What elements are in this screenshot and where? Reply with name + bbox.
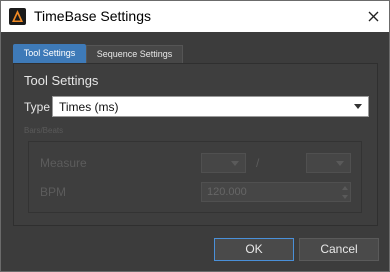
- timebase-settings-dialog: TimeBase Settings Tool Settings Sequence…: [0, 0, 390, 272]
- measure-label: Measure: [40, 156, 87, 170]
- chevron-down-icon: [336, 161, 344, 166]
- measure-denominator-select[interactable]: [306, 153, 351, 173]
- bpm-label: BPM: [40, 185, 67, 199]
- bpm-spinbox[interactable]: 120.000: [201, 182, 351, 202]
- chevron-down-icon: [231, 161, 239, 166]
- bpm-value: 120.000: [207, 186, 247, 198]
- window-title: TimeBase Settings: [34, 8, 151, 24]
- cancel-button[interactable]: Cancel: [299, 238, 379, 261]
- title-bar: TimeBase Settings: [1, 1, 389, 32]
- chevron-down-icon: [354, 104, 362, 109]
- measure-separator: /: [256, 156, 260, 170]
- type-label: Type: [24, 100, 51, 114]
- measure-numerator-select[interactable]: [201, 153, 246, 173]
- bars-beats-group-title: Bars/Beats: [24, 126, 64, 135]
- bars-beats-group: Measure / BPM 120.000: [28, 141, 362, 213]
- type-select[interactable]: Times (ms): [52, 96, 369, 117]
- type-select-value: Times (ms): [59, 100, 119, 114]
- section-title: Tool Settings: [24, 73, 99, 88]
- close-icon: [368, 11, 379, 22]
- spin-up-icon[interactable]: [341, 184, 349, 192]
- tab-tool-settings[interactable]: Tool Settings: [13, 44, 86, 63]
- ok-button[interactable]: OK: [214, 238, 294, 261]
- spin-down-icon[interactable]: [341, 193, 349, 201]
- tool-settings-panel: Tool Settings Type Times (ms) Bars/Beats…: [13, 63, 378, 226]
- app-logo-icon: [9, 8, 26, 25]
- tab-sequence-settings[interactable]: Sequence Settings: [86, 45, 183, 63]
- close-button[interactable]: [359, 1, 389, 32]
